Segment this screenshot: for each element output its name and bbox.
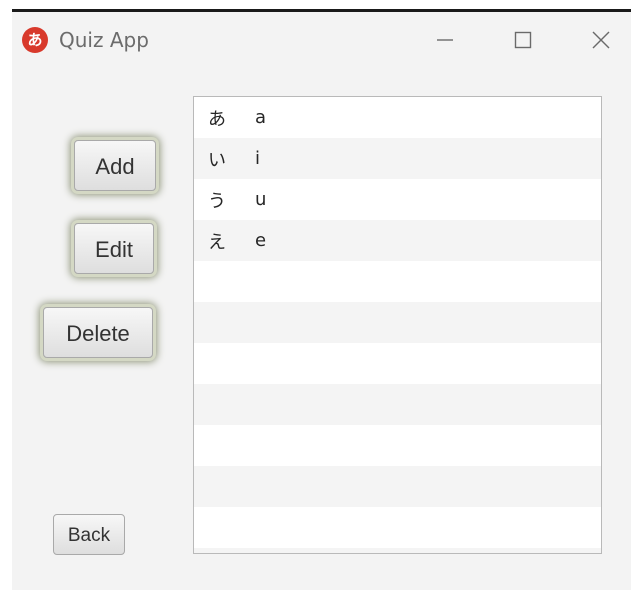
list-item[interactable]: あ a [194,97,601,138]
list-item[interactable]: い i [194,138,601,179]
list-empty-row [194,302,601,343]
list-empty-row [194,343,601,384]
list-item-romaji: u [255,189,267,210]
list-item-kana: あ [208,108,226,130]
close-icon [592,31,610,49]
list-empty-row [194,507,601,548]
back-button[interactable]: Back [53,514,125,555]
list-empty-row [194,548,601,553]
minimize-icon [437,39,453,41]
list-item-romaji: a [255,107,267,128]
kana-list[interactable]: あ a い i う u え e [193,96,602,554]
add-button[interactable]: Add [74,140,156,191]
list-empty-row [194,261,601,302]
list-item-kana: え [208,231,226,253]
list-item-romaji: e [255,230,267,251]
window-title: Quiz App [59,28,149,52]
list-empty-row [194,466,601,507]
list-item[interactable]: う u [194,179,601,220]
list-empty-row [194,425,601,466]
close-button[interactable] [578,22,624,58]
maximize-icon [514,31,532,49]
list-empty-row [194,384,601,425]
app-icon: あ [22,27,48,53]
list-item-romaji: i [255,148,261,169]
title-bar[interactable]: あ Quiz App [12,12,631,68]
edit-button[interactable]: Edit [74,223,154,274]
list-item-kana: う [208,190,226,212]
quiz-app-window: あ Quiz App Add Edit Delete Back あ a い i … [12,9,631,590]
list-item-kana: い [208,149,226,171]
list-item[interactable]: え e [194,220,601,261]
maximize-button[interactable] [500,22,546,58]
delete-button[interactable]: Delete [43,307,153,358]
minimize-button[interactable] [422,22,468,58]
